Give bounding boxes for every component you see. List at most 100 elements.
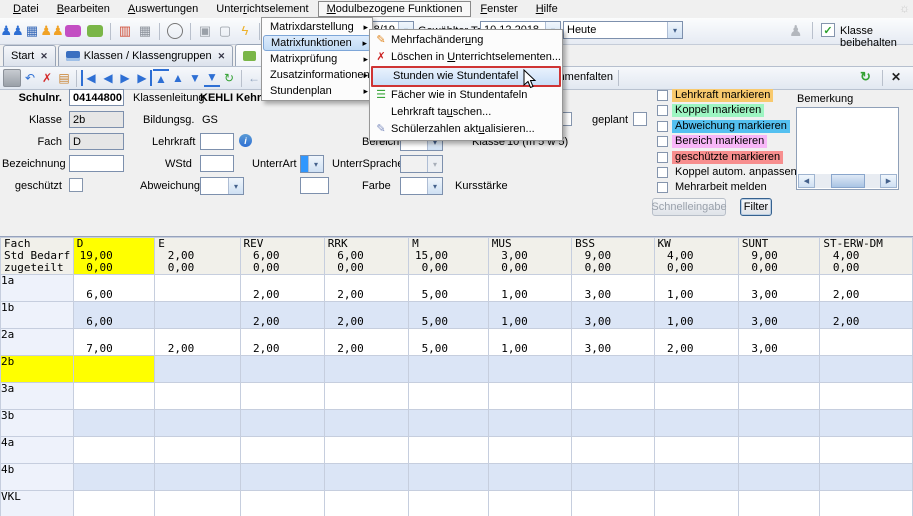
close-icon[interactable]: ✕	[40, 51, 48, 62]
column-header-m[interactable]: M15,000,00	[409, 238, 489, 275]
scroll-left-icon[interactable]: ◀	[798, 174, 815, 188]
window-badge-icon[interactable]: ▢	[216, 22, 234, 40]
marker-checkbox[interactable]	[657, 152, 668, 163]
matrix-cell[interactable]	[155, 302, 240, 329]
matrix-cell[interactable]	[488, 464, 571, 491]
matrix-cell[interactable]	[820, 437, 913, 464]
matrix-cell[interactable]	[155, 275, 240, 302]
keep-class-checkbox[interactable]: ✓	[821, 23, 835, 37]
nav-next-icon[interactable]: ▶	[117, 70, 133, 86]
matrix-cell[interactable]	[324, 356, 408, 383]
matrix-cell[interactable]: 2,00	[240, 302, 324, 329]
matrix-cell[interactable]: 2,00	[820, 302, 913, 329]
books-icon[interactable]: ▥	[116, 22, 134, 40]
submenu-item-löschen-in-unterrichtselementen-[interactable]: ✗Löschen in Unterrichtselementen...	[371, 49, 561, 66]
matrix-cell[interactable]	[73, 437, 155, 464]
menubar-item-modulbezogene-funktionen[interactable]: Modulbezogene Funktionen	[318, 1, 472, 17]
matrix-cell[interactable]	[240, 491, 324, 516]
matrix-cell[interactable]: 2,00	[324, 329, 408, 356]
copy-icon[interactable]: ▣	[196, 22, 214, 40]
class-chat-icon[interactable]	[65, 25, 81, 37]
form-icon[interactable]: ▤	[56, 70, 72, 86]
farbe-select[interactable]: ▾	[400, 177, 443, 195]
matrix-cell[interactable]	[738, 410, 820, 437]
abweichung-field[interactable]	[300, 177, 329, 194]
abweichung-select[interactable]: ▾	[200, 177, 244, 195]
column-header-rev[interactable]: REV6,000,00	[240, 238, 324, 275]
matrix-cell[interactable]	[738, 464, 820, 491]
marker-checkbox[interactable]	[657, 105, 668, 116]
nav-last-icon[interactable]: ▶	[134, 70, 152, 86]
matrix-cell[interactable]: 2,00	[240, 329, 324, 356]
nav-prev-icon[interactable]: ◀	[100, 70, 116, 86]
students-icon[interactable]: ♟♟	[3, 22, 21, 40]
nav-first-icon[interactable]: ◀	[81, 70, 99, 86]
matrix-cell[interactable]: 5,00	[409, 302, 489, 329]
menu-item-matrixdarstellung[interactable]: Matrixdarstellung▸	[263, 19, 371, 35]
marker-checkbox[interactable]	[657, 90, 668, 101]
geschuetzt-checkbox[interactable]	[69, 178, 83, 192]
menubar-item-datei[interactable]: Datei	[4, 1, 48, 17]
bemerkung-scrollbar[interactable]: ◀ ▶	[798, 174, 897, 188]
matrix-cell[interactable]	[324, 491, 408, 516]
column-header-sunt[interactable]: SUNT9,000,00	[738, 238, 820, 275]
chevron-down-icon[interactable]: ▾	[427, 178, 442, 194]
marker-checkbox[interactable]	[657, 182, 668, 193]
matrix-cell[interactable]	[324, 437, 408, 464]
menubar-item-auswertungen[interactable]: Auswertungen	[119, 1, 207, 17]
matrix-cell[interactable]	[572, 437, 654, 464]
matrix-cell[interactable]: 2,00	[820, 275, 913, 302]
unterrart-select[interactable]: ▾	[300, 155, 324, 173]
row-label-4b[interactable]: 4b	[1, 464, 74, 491]
matrix-cell[interactable]	[155, 410, 240, 437]
column-header-kw[interactable]: KW4,000,00	[654, 238, 738, 275]
matrix-cell[interactable]	[488, 437, 571, 464]
matrix-cell[interactable]: 5,00	[409, 329, 489, 356]
matrix-cell[interactable]	[155, 437, 240, 464]
matrix-cell[interactable]	[820, 491, 913, 516]
row-label-vkl[interactable]: VKL	[1, 491, 74, 516]
row-label-3b[interactable]: 3b	[1, 410, 74, 437]
matrix-cell[interactable]	[73, 491, 155, 516]
geplant-checkbox[interactable]	[633, 112, 647, 126]
matrix-cell[interactable]: 1,00	[488, 275, 571, 302]
matrix-cell[interactable]	[73, 383, 155, 410]
matrix-cell[interactable]: 6,00	[73, 275, 155, 302]
close-icon[interactable]: ✕	[891, 70, 901, 84]
schulnr-field[interactable]: 04144800	[69, 89, 124, 106]
matrix-cell[interactable]: 2,00	[240, 275, 324, 302]
calculator-icon[interactable]: ▦	[136, 22, 154, 40]
matrix-table[interactable]: FachStd BedarfzugeteiltD19,000,00E2,000,…	[0, 236, 913, 516]
matrix-cell[interactable]	[155, 491, 240, 516]
matrix-cell[interactable]	[409, 491, 489, 516]
matrix-grid[interactable]: FachStd BedarfzugeteiltD19,000,00E2,000,…	[0, 237, 913, 516]
matrix-cell[interactable]	[324, 383, 408, 410]
row-label-1b[interactable]: 1b	[1, 302, 74, 329]
matrix-cell[interactable]	[654, 464, 738, 491]
tab-klassen-klassengruppen[interactable]: Klassen / Klassengruppen✕	[58, 45, 233, 66]
pie-icon[interactable]	[167, 23, 183, 39]
submenu-item-lehrkraft-tauschen-[interactable]: Lehrkraft tauschen...	[371, 104, 561, 121]
column-header-mus[interactable]: MUS3,000,00	[488, 238, 571, 275]
matrix-cell[interactable]: 1,00	[654, 302, 738, 329]
matrix-cell[interactable]	[572, 356, 654, 383]
matrix-cell[interactable]: 6,00	[73, 302, 155, 329]
matrix-cell[interactable]	[738, 491, 820, 516]
matrix-cell[interactable]	[654, 356, 738, 383]
menu-item-stundenplan[interactable]: Stundenplan▸	[263, 83, 371, 99]
matrix-cell[interactable]	[240, 464, 324, 491]
matrix-cell[interactable]	[409, 464, 489, 491]
matrix-cell[interactable]: 3,00	[738, 329, 820, 356]
teachers-icon[interactable]: ♟♟	[43, 22, 61, 40]
matrix-cell[interactable]	[654, 437, 738, 464]
info-icon[interactable]: i	[239, 134, 252, 147]
matrix-cell[interactable]: 7,00	[73, 329, 155, 356]
matrix-cell[interactable]	[572, 383, 654, 410]
column-header-d[interactable]: D19,000,00	[73, 238, 155, 275]
keyboard-icon[interactable]: ▦	[23, 22, 41, 40]
column-header-rrk[interactable]: RRK6,000,00	[324, 238, 408, 275]
matrix-cell[interactable]: 1,00	[654, 275, 738, 302]
filter-button[interactable]: Filter	[740, 198, 772, 216]
period-select[interactable]: Heute ▾	[563, 21, 683, 39]
column-header-e[interactable]: E2,000,00	[155, 238, 240, 275]
